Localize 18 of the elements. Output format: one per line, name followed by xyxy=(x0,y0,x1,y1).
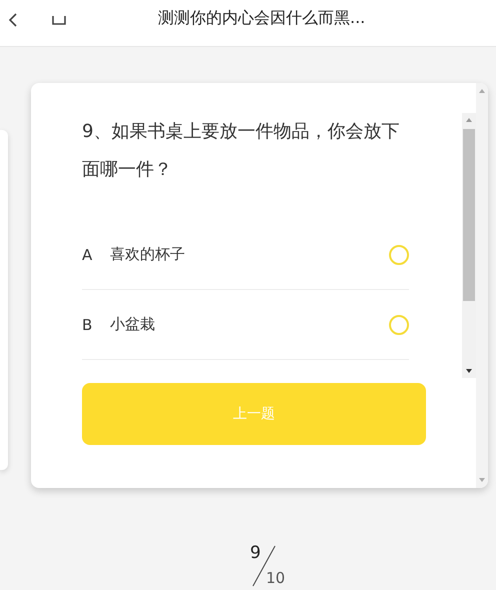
option-text: 喜欢的杯子 xyxy=(110,245,186,264)
page-title: 测测你的内心会因什么而黑... xyxy=(158,8,366,28)
radio-button[interactable] xyxy=(389,244,409,264)
option-letter: A xyxy=(82,246,94,264)
bracket-icon[interactable] xyxy=(52,15,66,25)
total-pages: 10 xyxy=(266,569,286,587)
answer-option[interactable]: A 喜欢的杯子 xyxy=(82,220,409,289)
option-text: 小盆栽 xyxy=(110,315,156,334)
scrollbar[interactable] xyxy=(462,113,476,378)
question-text: 9、如果书桌上要放一件物品，你会放下面哪一件？ xyxy=(82,120,400,182)
option-letter: B xyxy=(82,316,94,334)
back-icon[interactable] xyxy=(8,13,18,27)
answer-option[interactable]: B 小盆栽 xyxy=(82,290,409,359)
radio-button[interactable] xyxy=(389,314,409,334)
scroll-thumb[interactable] xyxy=(463,129,475,301)
current-page: 9 xyxy=(250,543,261,563)
scrollbar[interactable] xyxy=(476,83,488,488)
scroll-up-icon[interactable] xyxy=(477,87,487,95)
